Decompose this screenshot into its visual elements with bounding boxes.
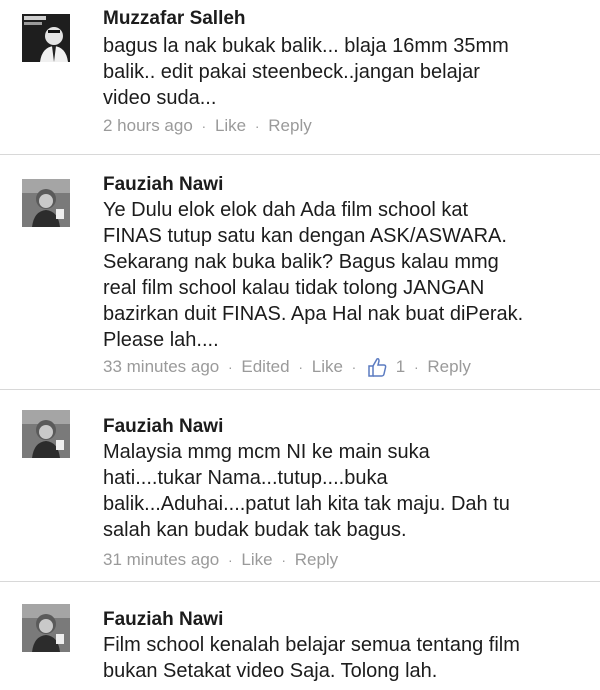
comment-item: Fauziah Nawi Malaysia mmg mcm NI ke main… bbox=[0, 390, 600, 582]
comment-text: Ye Dulu elok elok dah Ada film school ka… bbox=[103, 199, 524, 351]
comment-timestamp[interactable]: 31 minutes ago bbox=[103, 549, 219, 571]
separator-dot: · bbox=[254, 117, 260, 134]
comment-item: Fauziah Nawi Film school kenalah belajar… bbox=[0, 582, 600, 690]
separator-dot: · bbox=[298, 358, 303, 375]
reply-link[interactable]: Reply bbox=[295, 549, 338, 571]
reply-link[interactable]: Reply bbox=[268, 115, 311, 137]
separator-dot: · bbox=[414, 358, 419, 375]
like-count[interactable]: 1 bbox=[396, 356, 405, 378]
comment-meta: 2 hours ago · Like · Reply bbox=[103, 114, 312, 137]
like-link[interactable]: Like bbox=[312, 356, 343, 378]
comment-text: bagus la nak bukak balik... blaja 16mm 3… bbox=[103, 35, 509, 109]
avatar-image bbox=[22, 14, 70, 62]
like-link[interactable]: Like bbox=[215, 115, 246, 137]
avatar[interactable] bbox=[22, 410, 70, 458]
comment-meta: 33 minutes ago · Edited · Like · 1 · Rep… bbox=[103, 355, 471, 378]
avatar-image bbox=[22, 410, 70, 458]
comment-timestamp[interactable]: 33 minutes ago bbox=[103, 356, 219, 378]
separator-dot: · bbox=[227, 358, 233, 375]
avatar[interactable] bbox=[22, 14, 70, 62]
comment-author[interactable]: Fauziah Nawi bbox=[103, 416, 223, 438]
avatar[interactable] bbox=[22, 604, 70, 652]
avatar-image bbox=[22, 179, 70, 227]
comment-item: Fauziah Nawi Ye Dulu elok elok dah Ada f… bbox=[0, 155, 600, 390]
reply-link[interactable]: Reply bbox=[427, 356, 470, 378]
comment-author[interactable]: Fauziah Nawi bbox=[103, 174, 223, 196]
like-link[interactable]: Like bbox=[241, 549, 272, 571]
separator-dot: · bbox=[281, 551, 286, 568]
comment-text: Film school kenalah belajar semua tentan… bbox=[103, 634, 520, 682]
separator-dot: · bbox=[201, 117, 207, 134]
avatar[interactable] bbox=[22, 179, 70, 227]
comment-meta: 31 minutes ago · Like · Reply bbox=[103, 548, 338, 571]
separator-dot: · bbox=[351, 358, 357, 375]
edited-link[interactable]: Edited bbox=[241, 356, 289, 378]
comment-timestamp[interactable]: 2 hours ago bbox=[103, 115, 193, 137]
avatar-image bbox=[22, 604, 70, 652]
separator-dot: · bbox=[227, 551, 233, 568]
comment-author[interactable]: Muzzafar Salleh bbox=[103, 8, 246, 30]
thumbs-up-icon bbox=[367, 357, 387, 377]
comment-text: Malaysia mmg mcm NI ke main suka hati...… bbox=[103, 441, 510, 541]
comment-author[interactable]: Fauziah Nawi bbox=[103, 609, 223, 631]
comment-item: Muzzafar Salleh bagus la nak bukak balik… bbox=[0, 0, 600, 155]
